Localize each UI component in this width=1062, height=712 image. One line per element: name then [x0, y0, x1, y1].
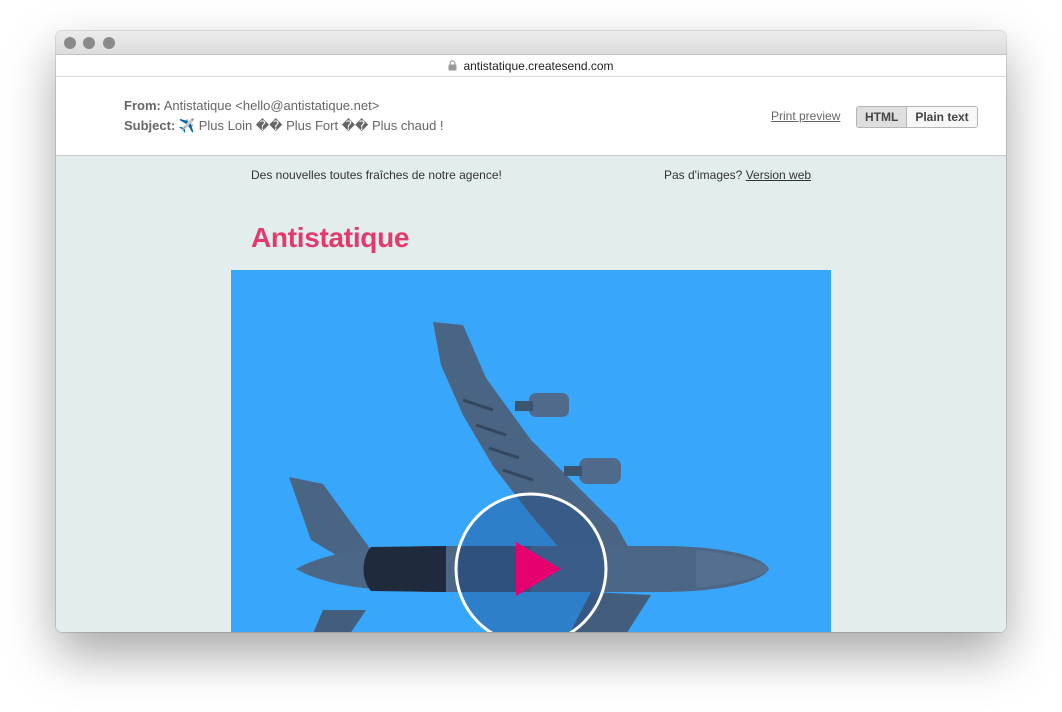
plain-text-view-button[interactable]: Plain text: [907, 107, 977, 127]
browser-window: antistatique.createsend.com From: Antist…: [56, 31, 1006, 632]
address-bar[interactable]: antistatique.createsend.com: [56, 55, 1006, 77]
print-preview-link[interactable]: Print preview: [771, 109, 840, 123]
subject-value: ✈️ Plus Loin �� Plus Fort �� Plus chaud …: [178, 118, 444, 133]
email-body: Des nouvelles toutes fraîches de notre a…: [56, 156, 1006, 632]
title-bar: [56, 31, 1006, 55]
from-label: From:: [124, 98, 161, 113]
no-images-text: Pas d'images?: [664, 168, 743, 182]
minimize-window-button[interactable]: [83, 37, 95, 49]
url-text: antistatique.createsend.com: [463, 58, 614, 73]
no-images-notice: Pas d'images? Version web: [664, 168, 811, 182]
zoom-window-button[interactable]: [103, 37, 115, 49]
from-line: From: Antistatique <hello@antistatique.n…: [124, 98, 379, 113]
preheader-text: Des nouvelles toutes fraîches de notre a…: [251, 168, 502, 182]
html-view-button[interactable]: HTML: [857, 107, 908, 127]
lock-icon: [448, 60, 457, 71]
subject-label: Subject:: [124, 118, 176, 133]
email-header: From: Antistatique <hello@antistatique.n…: [56, 77, 1006, 156]
brand-logo[interactable]: Antistatique: [251, 222, 409, 254]
close-window-button[interactable]: [64, 37, 76, 49]
hero-video-thumbnail[interactable]: [231, 270, 831, 632]
view-mode-toggle: HTML Plain text: [856, 106, 978, 128]
subject-line: Subject: ✈️ Plus Loin �� Plus Fort �� Pl…: [124, 118, 444, 134]
from-value: Antistatique <hello@antistatique.net>: [163, 98, 380, 113]
play-button[interactable]: [454, 492, 608, 632]
web-version-link[interactable]: Version web: [746, 168, 811, 182]
